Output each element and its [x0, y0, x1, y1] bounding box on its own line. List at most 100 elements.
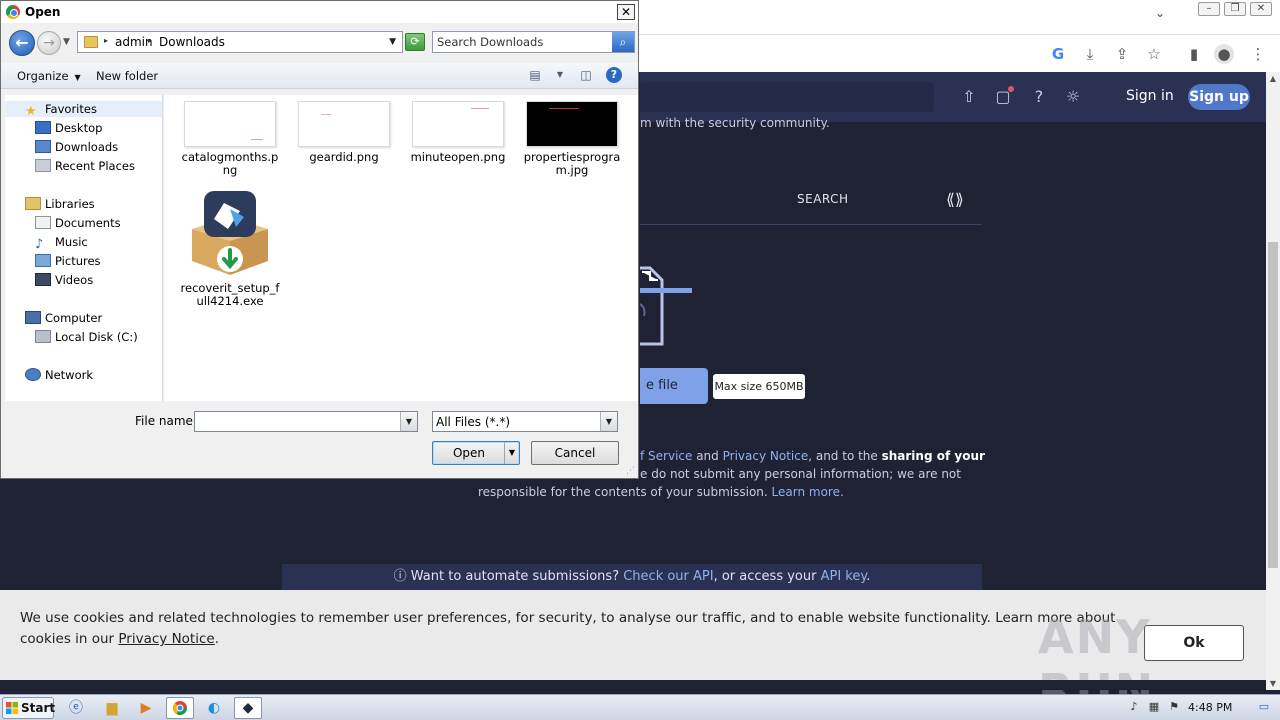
address-dropdown-icon[interactable]: ▼	[389, 37, 396, 47]
install-app-icon[interactable]: ⤓	[1080, 44, 1100, 64]
file-name-input[interactable]	[197, 414, 397, 429]
tab-search[interactable]: SEARCH	[797, 192, 849, 206]
bookmark-star-icon[interactable]: ☆	[1144, 44, 1164, 64]
check-api-link[interactable]: Check our API	[623, 569, 713, 584]
terms-of-service-link[interactable]: f Service	[640, 449, 692, 463]
new-folder-button[interactable]: New folder	[96, 69, 158, 83]
file-type-dropdown-icon[interactable]: ▼	[600, 412, 617, 431]
recent-places-icon	[35, 159, 51, 172]
file-item[interactable]: catalogmonths.png	[178, 101, 282, 177]
organize-menu[interactable]: Organize ▼	[17, 69, 81, 83]
file-type-select[interactable]: All Files (*.*) ▼	[432, 411, 618, 432]
search-input[interactable]	[437, 34, 609, 50]
breadcrumb-arrow-icon[interactable]: ▸	[104, 36, 108, 45]
recent-locations-chevron-icon[interactable]: ▼	[63, 37, 70, 47]
site-search-bar[interactable]	[640, 82, 934, 112]
start-button[interactable]: Start	[2, 697, 55, 719]
address-bar[interactable]: ▸ admin ▸ Downloads ▼	[77, 31, 403, 53]
nav-recent-places[interactable]: Recent Places	[35, 159, 135, 173]
refresh-icon[interactable]: ⟳	[405, 33, 425, 51]
privacy-notice-link[interactable]: Privacy Notice	[723, 449, 809, 463]
nav-network[interactable]: Network	[25, 368, 93, 382]
scroll-down-icon[interactable]: ▼	[1268, 679, 1278, 688]
notifications-icon[interactable]: ▢	[992, 86, 1014, 108]
nav-desktop-label: Desktop	[55, 121, 103, 135]
browser-menu-icon[interactable]: ⋮	[1248, 44, 1268, 64]
file-item[interactable]: propertiesprogram.jpg	[520, 101, 624, 177]
preview-pane-icon[interactable]: ◫	[578, 68, 594, 82]
chrome-taskbar-icon[interactable]	[166, 697, 194, 719]
minimize-button[interactable]: –	[1198, 2, 1220, 16]
open-button-label: Open	[452, 446, 486, 460]
help-icon[interactable]: ?	[606, 67, 622, 83]
tab-search-chevron-icon[interactable]: ⌄	[1152, 6, 1168, 22]
nav-downloads[interactable]: Downloads	[35, 140, 118, 154]
window-controls: – ❐ ✕	[1198, 2, 1272, 16]
nav-desktop[interactable]: Desktop	[35, 121, 102, 135]
share-icon[interactable]: ⇪	[1112, 44, 1132, 64]
scroll-up-icon[interactable]: ▲	[1268, 74, 1278, 83]
api-key-link[interactable]: API key	[821, 569, 867, 584]
learn-more-link[interactable]: Learn more.	[772, 485, 844, 499]
dialog-close-button[interactable]: ✕	[617, 4, 635, 20]
page-scrollbar[interactable]: ▲ ▼	[1266, 72, 1280, 690]
google-icon[interactable]: G	[1048, 44, 1068, 64]
choose-file-button[interactable]: e file	[640, 368, 708, 404]
nav-computer[interactable]: Computer	[25, 311, 102, 325]
help-circle-icon[interactable]: ?	[1028, 86, 1050, 108]
forward-arrow-icon[interactable]: →	[37, 31, 61, 55]
nav-favorites[interactable]: ★ Favorites	[25, 102, 97, 119]
back-arrow-icon[interactable]: ←	[9, 30, 35, 56]
chrome-icon	[6, 5, 20, 19]
nav-videos[interactable]: Videos	[35, 273, 93, 287]
file-name-dropdown-icon[interactable]: ▼	[400, 412, 417, 431]
open-button[interactable]: Open ▼	[432, 441, 520, 465]
dialog-titlebar[interactable]: Open ✕	[1, 1, 638, 23]
breadcrumb-arrow-icon[interactable]: ▸	[148, 36, 152, 45]
cancel-button[interactable]: Cancel	[531, 441, 619, 465]
sign-in-link[interactable]: Sign in	[1126, 88, 1174, 104]
nav-local-disk[interactable]: Local Disk (C:)	[35, 330, 138, 344]
upload-icon[interactable]: ⇧	[958, 86, 980, 108]
explorer-taskbar-icon[interactable]: ▆	[98, 697, 126, 719]
clock[interactable]: 4:48 PM	[1188, 701, 1232, 714]
cookie-privacy-link[interactable]: Privacy Notice	[118, 631, 214, 647]
theme-sun-icon[interactable]: ☼	[1062, 86, 1084, 108]
installer-taskbar-icon[interactable]: ◆	[234, 697, 262, 719]
nav-documents[interactable]: Documents	[35, 216, 121, 230]
view-options-chevron-icon[interactable]: ▼	[552, 68, 568, 82]
file-name-label: File name:	[135, 414, 197, 428]
nav-pictures[interactable]: Pictures	[35, 254, 101, 268]
side-panel-icon[interactable]: ▮	[1184, 44, 1204, 64]
api-text: Want to automate submissions?	[410, 569, 624, 584]
nav-documents-label: Documents	[55, 216, 121, 230]
fingerprint-icon[interactable]: ⟪⟫	[946, 190, 964, 209]
search-icon[interactable]: ⌕	[612, 32, 634, 52]
navigation-row: ← → ▼ ▸ admin ▸ Downloads ▼ ⟳ ⌕	[1, 25, 638, 61]
file-item[interactable]: minuteopen.png	[406, 101, 510, 164]
sign-up-button[interactable]: Sign up	[1188, 84, 1250, 110]
volume-icon[interactable]: ♪	[1126, 699, 1142, 715]
resize-grip-icon[interactable]: ⋰	[626, 466, 636, 476]
action-center-icon[interactable]: ⚑	[1166, 699, 1182, 715]
close-window-button[interactable]: ✕	[1250, 2, 1272, 16]
change-view-icon[interactable]: ▤	[527, 68, 543, 82]
nav-libraries[interactable]: Libraries	[25, 197, 95, 211]
file-item[interactable]: geardid.png	[292, 101, 396, 164]
nav-music[interactable]: ♪ Music	[35, 235, 88, 252]
search-downloads-box[interactable]: ⌕	[432, 31, 635, 53]
breadcrumb-downloads[interactable]: Downloads	[159, 35, 225, 49]
show-desktop-icon[interactable]: ▭	[1256, 699, 1272, 715]
file-item[interactable]: recoverit_setup_full4214.exe	[178, 189, 282, 308]
open-options-chevron-icon[interactable]: ▼	[504, 442, 519, 464]
media-player-taskbar-icon[interactable]: ▶	[132, 697, 160, 719]
network-tray-icon[interactable]: ▦	[1146, 699, 1162, 715]
breadcrumb-admin[interactable]: admin	[115, 35, 153, 49]
scroll-thumb[interactable]	[1268, 242, 1278, 568]
file-name-combobox[interactable]: ▼	[194, 411, 418, 432]
ie-taskbar-icon[interactable]: ⓔ	[62, 697, 90, 719]
profile-avatar-icon[interactable]: ●	[1214, 44, 1234, 64]
cookie-text: We use cookies and related technologies …	[20, 608, 1120, 650]
restore-button[interactable]: ❐	[1224, 2, 1246, 16]
edge-taskbar-icon[interactable]: ◐	[200, 697, 228, 719]
